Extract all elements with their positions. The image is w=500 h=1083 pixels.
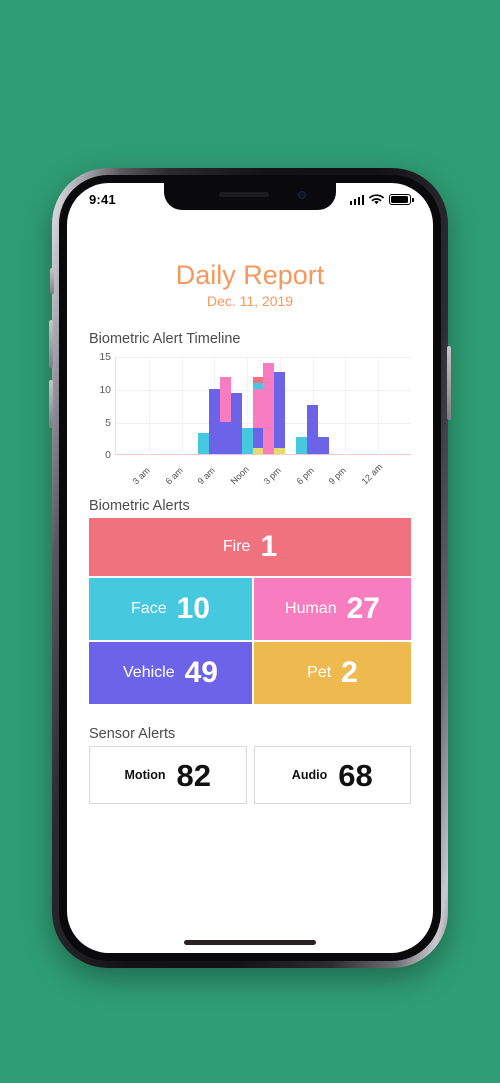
chart-bar-segment-vehicle [219, 421, 231, 455]
chart-bar-segment-pet [252, 447, 264, 455]
chart-bar-segment-human [263, 362, 275, 455]
chart-gridline-vertical [181, 357, 183, 456]
chart-bar-segment-vehicle [307, 405, 319, 455]
tile-pet-label: Pet [307, 664, 332, 682]
chart-gridline-vertical [345, 357, 347, 456]
power-button[interactable] [447, 346, 451, 420]
chart-bar [241, 427, 253, 455]
chart-bar [318, 436, 330, 455]
tile-vehicle-label: Vehicle [123, 664, 175, 682]
phone-screen: 9:41 Daily Report Dec. 11, 2019 Biometri… [67, 183, 433, 953]
chart-x-tick: 9 am [195, 465, 218, 487]
chart-x-tick: 3 pm [261, 465, 283, 487]
biometric-alert-timeline-chart: 0 5 10 15 3 am 6 am 9 am Noon 3 pm 6 pm 9 pm 12 am [89, 351, 411, 487]
tile-vehicle[interactable]: Vehicle 49 [89, 642, 252, 705]
chart-bar-segment-face [197, 433, 209, 455]
chart-bar [230, 392, 242, 455]
sensor-card-motion-label: Motion [124, 768, 166, 783]
battery-icon [389, 194, 414, 205]
sensor-section-label: Sensor Alerts [89, 726, 176, 743]
sensor-alert-cards: Motion 82 Audio 68 [89, 746, 411, 805]
app-content: Daily Report Dec. 11, 2019 Biometric Ale… [67, 213, 433, 953]
volume-up-button[interactable] [49, 320, 53, 368]
chart-y-tick: 10 [99, 384, 111, 396]
chart-bar-segment-human [219, 377, 231, 422]
sensor-card-audio-label: Audio [291, 768, 328, 783]
tile-vehicle-value: 49 [184, 656, 218, 690]
chart-bar [274, 372, 286, 455]
home-indicator[interactable] [184, 940, 316, 945]
chart-bar-segment-vehicle [252, 427, 264, 448]
chart-y-tick: 5 [105, 416, 111, 429]
phone-frame: 9:41 Daily Report Dec. 11, 2019 Biometri… [49, 168, 451, 968]
chart-bar-segment-vehicle [230, 392, 242, 455]
sensor-card-audio[interactable]: Audio 68 [253, 746, 411, 805]
tile-pet[interactable]: Pet 2 [254, 642, 411, 705]
chart-y-tick: 0 [105, 449, 111, 462]
chart-x-tick: 9 pm [327, 465, 349, 487]
status-bar-indicators [349, 194, 414, 205]
chart-x-tick: 6 am [163, 465, 185, 487]
chart-y-tick: 15 [99, 351, 111, 364]
tile-fire-value: 1 [260, 530, 278, 564]
chart-bar-segment-face [241, 427, 253, 455]
tile-human-label: Human [285, 600, 337, 618]
chart-bar [296, 436, 308, 455]
tile-row-face-human: Face 10 Human 27 [89, 578, 411, 641]
chart-gridline [116, 357, 411, 359]
chart-bar-segment-vehicle [208, 389, 220, 455]
chart-bar-segment-vehicle [274, 372, 286, 448]
chart-x-tick: 12 am [359, 462, 385, 487]
tile-human-value: 27 [346, 592, 380, 626]
chart-gridline-vertical [378, 357, 380, 456]
chart-bar [197, 433, 209, 455]
sensor-card-motion-value: 82 [176, 757, 211, 793]
cellular-signal-icon [349, 194, 364, 205]
chart-bar-segment-vehicle [318, 436, 330, 455]
chart-x-tick: 3 am [130, 465, 152, 487]
chart-x-tick: Noon [228, 464, 252, 487]
tile-face-value: 10 [176, 592, 210, 626]
phone-bezel: 9:41 Daily Report Dec. 11, 2019 Biometri… [59, 175, 441, 961]
chart-plot-area: 0 5 10 15 3 am 6 am 9 am Noon 3 pm 6 pm 9 pm 12 am [99, 351, 411, 487]
tile-face-label: Face [131, 600, 167, 618]
chart-bar-segment-pet [274, 447, 286, 455]
tile-face[interactable]: Face 10 [89, 578, 252, 641]
chart-bar [219, 377, 231, 455]
chart-bar [208, 389, 220, 455]
tile-human[interactable]: Human 27 [254, 578, 411, 641]
page-title: Daily Report [175, 260, 325, 290]
tile-pet-value: 2 [341, 656, 358, 690]
chart-bar [307, 405, 319, 455]
biometric-alert-tiles: Fire 1 Face 10 Human 27 Vehicle 49 Pet 2 [89, 518, 411, 705]
chart-x-tick: 6 pm [294, 465, 316, 487]
sensor-card-motion[interactable]: Motion 82 [89, 746, 247, 805]
tile-row-fire: Fire 1 [89, 518, 411, 577]
volume-down-button[interactable] [49, 380, 53, 428]
chart-bar-segment-face [296, 436, 308, 455]
chart-gridline-vertical [148, 357, 150, 456]
biometric-section-label: Biometric Alerts [89, 498, 190, 515]
sensor-card-audio-value: 68 [338, 757, 373, 793]
chart-bar [263, 362, 275, 455]
page-date: Dec. 11, 2019 [206, 293, 294, 310]
tile-row-vehicle-pet: Vehicle 49 Pet 2 [89, 642, 411, 705]
tile-fire-label: Fire [222, 538, 251, 556]
timeline-section-label: Biometric Alert Timeline [89, 331, 241, 348]
chart-bar [252, 376, 264, 455]
status-bar-clock: 9:41 [89, 192, 116, 207]
chart-bar-segment-human [252, 389, 264, 428]
wifi-icon [369, 194, 384, 205]
chart-baseline [116, 454, 411, 456]
status-bar: 9:41 [67, 183, 433, 213]
tile-fire[interactable]: Fire 1 [89, 518, 411, 577]
silent-switch[interactable] [50, 268, 54, 294]
